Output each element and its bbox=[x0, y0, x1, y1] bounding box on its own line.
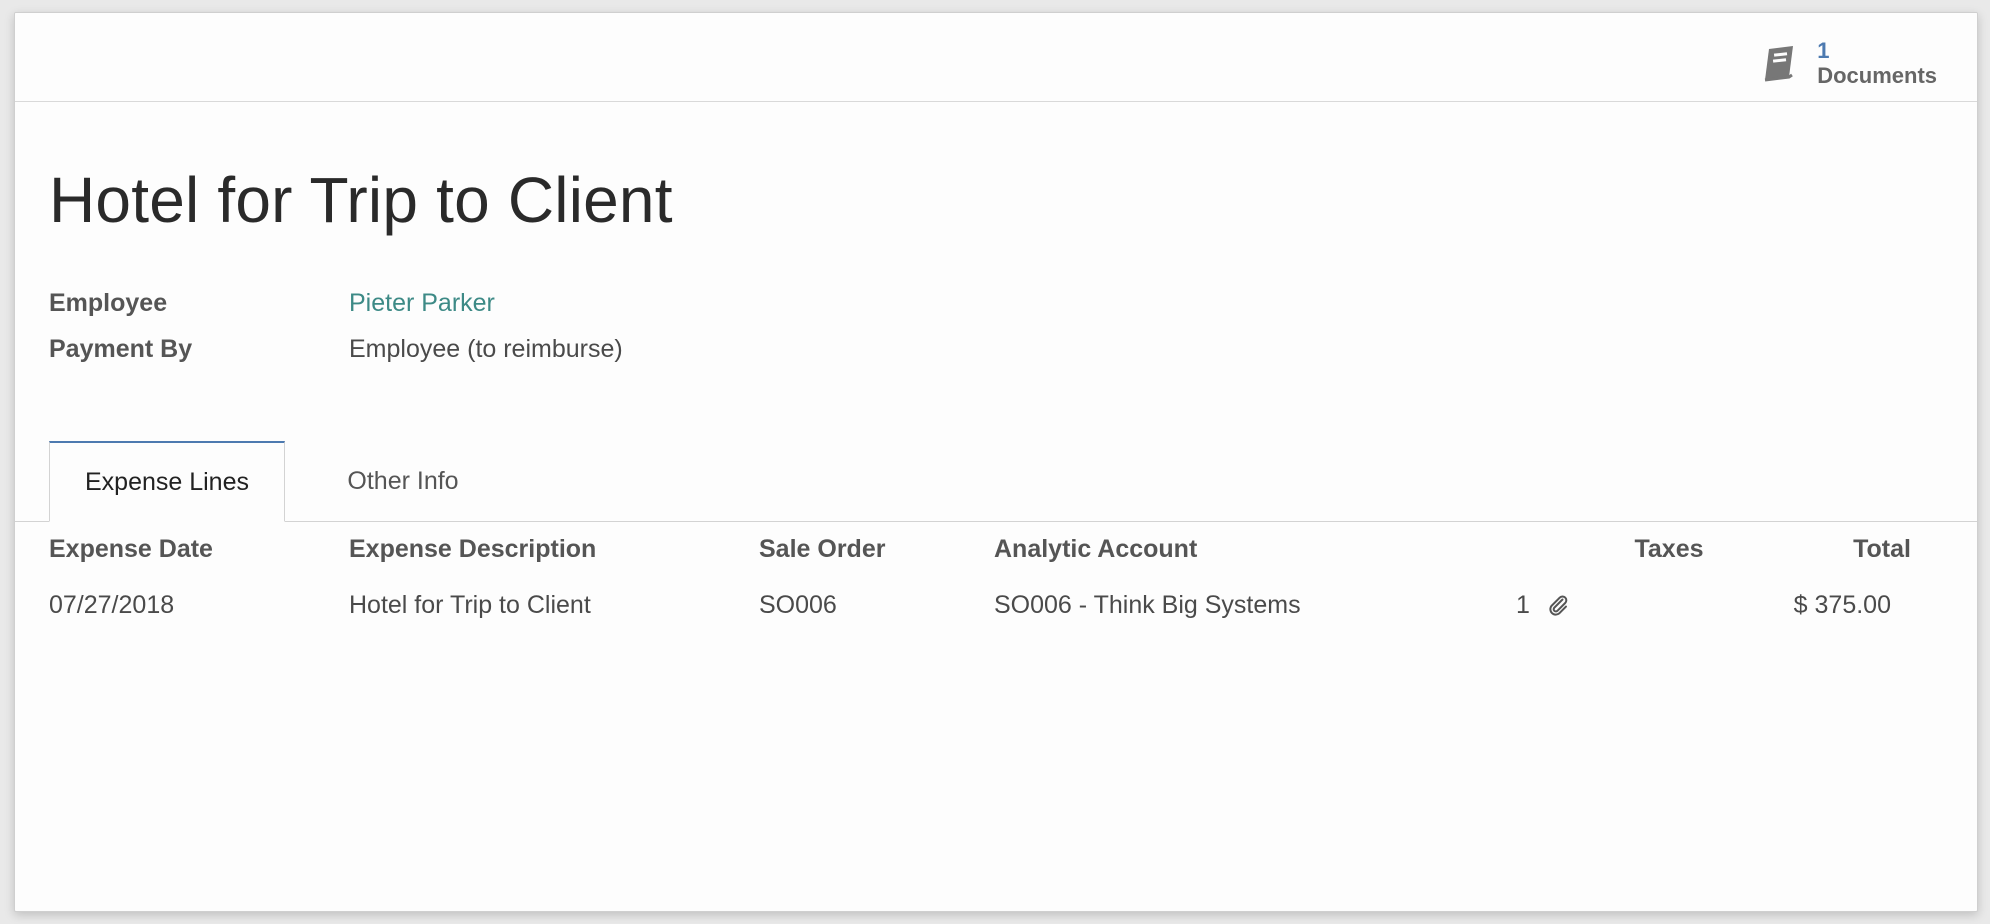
expense-form-sheet: 1 Documents Hotel for Trip to Client Emp… bbox=[14, 12, 1978, 912]
payment-by-label: Payment By bbox=[49, 335, 193, 363]
book-icon bbox=[1765, 46, 1794, 82]
expense-date-cell: 07/27/2018 bbox=[49, 590, 175, 619]
employee-field: Employee Pieter Parker bbox=[49, 289, 495, 318]
payment-by-field: Payment By Employee (to reimburse) bbox=[49, 335, 623, 364]
attachment-count: 1 bbox=[1516, 590, 1530, 619]
analytic-account-cell: SO006 - Think Big Systems bbox=[994, 590, 1301, 619]
expense-lines-table: Expense Date Expense Description Sale Or… bbox=[49, 521, 1949, 633]
employee-label: Employee bbox=[49, 289, 168, 317]
column-header-total[interactable]: Total bbox=[1749, 521, 1911, 577]
expense-description-cell: Hotel for Trip to Client bbox=[349, 590, 591, 619]
column-header-expense-date[interactable]: Expense Date bbox=[49, 521, 213, 577]
column-header-analytic-account[interactable]: Analytic Account bbox=[994, 521, 1197, 577]
table-row[interactable]: 07/27/2018 Hotel for Trip to Client SO00… bbox=[49, 577, 1949, 633]
payment-by-value: Employee (to reimburse) bbox=[349, 335, 623, 363]
paperclip-icon[interactable] bbox=[1546, 593, 1570, 617]
sale-order-cell: SO006 bbox=[759, 590, 837, 619]
button-box: 1 Documents bbox=[15, 13, 1977, 102]
documents-smart-button[interactable]: 1 Documents bbox=[1759, 35, 1937, 91]
column-header-expense-description[interactable]: Expense Description bbox=[349, 521, 596, 577]
page-title: Hotel for Trip to Client bbox=[49, 164, 673, 236]
taxes-cell bbox=[1609, 577, 1729, 633]
documents-label: Documents bbox=[1817, 63, 1937, 88]
total-cell: $ 375.00 bbox=[1793, 590, 1891, 619]
table-header: Expense Date Expense Description Sale Or… bbox=[49, 521, 1949, 577]
notebook-tabs: Expense Lines Other Info bbox=[15, 441, 1977, 522]
tab-other-info[interactable]: Other Info bbox=[283, 441, 523, 521]
column-header-sale-order[interactable]: Sale Order bbox=[759, 521, 885, 577]
column-header-taxes[interactable]: Taxes bbox=[1609, 521, 1729, 577]
employee-link[interactable]: Pieter Parker bbox=[349, 289, 495, 318]
attachments-cell: 1 bbox=[1516, 577, 1570, 633]
documents-count: 1 bbox=[1817, 37, 1830, 63]
tab-expense-lines[interactable]: Expense Lines bbox=[49, 441, 285, 522]
